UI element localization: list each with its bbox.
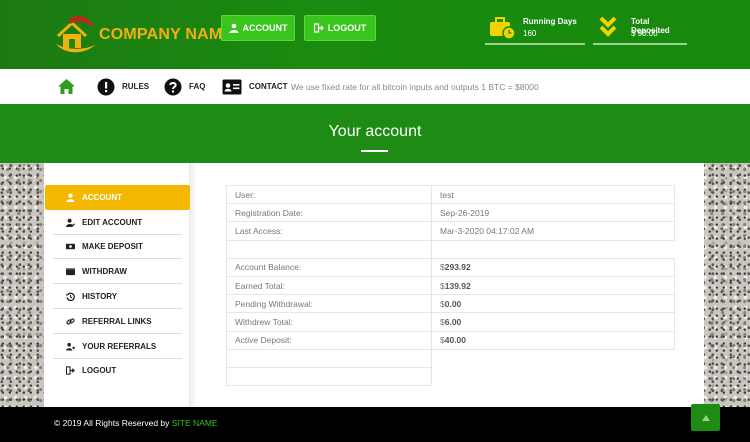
earned-total-value: $139.92 xyxy=(431,275,675,296)
nav-contact-label: CONTACT xyxy=(249,82,288,91)
home-icon xyxy=(58,79,75,94)
sidebar-item-edit-account[interactable]: EDIT ACCOUNT xyxy=(45,210,190,235)
briefcase-clock-icon xyxy=(490,17,516,40)
table-spacer-row xyxy=(226,366,675,387)
user-edit-icon xyxy=(66,218,75,227)
sidebar-item-account[interactable]: ACCOUNT xyxy=(45,185,190,210)
sign-out-icon xyxy=(313,23,324,33)
sidebar-item-label: HISTORY xyxy=(82,292,118,302)
account-button-label: ACCOUNT xyxy=(242,23,288,33)
page-title: Your account xyxy=(328,123,422,140)
sidebar-item-label: LOGOUT xyxy=(82,366,117,376)
id-card-icon xyxy=(222,79,242,94)
question-circle-icon xyxy=(164,78,182,95)
user-label: User: xyxy=(226,184,432,205)
sidebar-item-label: WITHDRAW xyxy=(82,267,127,277)
sidebar-item-label: MAKE DEPOSIT xyxy=(82,242,143,252)
user-icon xyxy=(66,193,75,202)
btc-rate-text: We use fixed rate for all bitcoin inputs… xyxy=(291,81,539,92)
last-access-label: Last Access: xyxy=(226,221,432,241)
running-days-label: Running Days xyxy=(523,17,577,26)
table-row: Earned Total: $139.92 xyxy=(226,275,675,296)
sidebar-shadow xyxy=(189,163,197,407)
copyright-text: © 2019 All Rights Reserved by SITE NAME xyxy=(54,418,218,428)
sidebar-item-referral-links[interactable]: REFERRAL LINKS xyxy=(45,309,190,334)
title-underline xyxy=(361,150,388,152)
table-row: Active Deposit: $40.00 xyxy=(226,330,675,350)
table-row: Last Access: Mar-3-2020 04:17:02 AM xyxy=(226,221,675,241)
site-name-link[interactable]: SITE NAME xyxy=(172,418,218,428)
table-spacer-row xyxy=(226,348,675,368)
nav-faq-label: FAQ xyxy=(189,82,206,91)
account-sidebar-menu: ACCOUNT EDIT ACCOUNT MAKE DEPOSIT WITHDR… xyxy=(45,185,190,383)
logout-button-label: LOGOUT xyxy=(327,23,367,33)
account-info-table: User: test Registration Date: Sep-26-201… xyxy=(226,184,675,387)
sidebar-item-logout[interactable]: LOGOUT xyxy=(45,359,190,384)
earned-total-label: Earned Total: xyxy=(226,275,432,296)
company-logo-icon xyxy=(56,16,96,53)
total-deposited-value: $ 90.00 xyxy=(631,29,658,38)
logout-button[interactable]: LOGOUT xyxy=(304,15,376,41)
nav-home[interactable] xyxy=(57,69,76,104)
table-spacer-row xyxy=(226,239,675,259)
running-days-value: 160 xyxy=(523,29,537,38)
sidebar-item-label: ACCOUNT xyxy=(82,192,122,202)
table-row: Account Balance: $293.92 xyxy=(226,257,675,277)
sidebar-item-label: EDIT ACCOUNT xyxy=(82,217,143,227)
registration-date-label: Registration Date: xyxy=(226,203,432,223)
nav-rules[interactable]: RULES xyxy=(97,69,149,104)
chevron-up-icon xyxy=(701,414,710,421)
account-balance-value: $293.92 xyxy=(431,257,675,277)
withdrew-total-value: $6.00 xyxy=(431,312,675,332)
sidebar-item-make-deposit[interactable]: MAKE DEPOSIT xyxy=(45,235,190,260)
history-icon xyxy=(66,292,75,302)
sidebar-item-history[interactable]: HISTORY xyxy=(45,284,190,309)
active-deposit-value: $40.00 xyxy=(431,330,675,350)
wallet-icon xyxy=(66,268,75,276)
users-icon xyxy=(66,342,75,351)
running-days-stat: Running Days 160 xyxy=(485,12,585,45)
link-icon xyxy=(66,318,75,325)
active-deposit-label: Active Deposit: xyxy=(226,330,432,350)
sidebar-item-label: REFERRAL LINKS xyxy=(82,316,152,326)
company-name: COMPANY NAME xyxy=(99,26,234,43)
account-button[interactable]: ACCOUNT xyxy=(221,15,295,41)
last-access-value: Mar-3-2020 04:17:02 AM xyxy=(431,221,675,241)
total-deposited-stat: Total Deposited $ 90.00 xyxy=(593,12,687,45)
money-bill-icon xyxy=(66,244,75,250)
nav-rules-label: RULES xyxy=(122,82,150,91)
sidebar-item-label: YOUR REFERRALS xyxy=(82,341,157,351)
registration-date-value: Sep-26-2019 xyxy=(431,203,675,223)
nav-contact[interactable]: CONTACT xyxy=(222,69,288,104)
pending-withdrawal-value: $0.00 xyxy=(431,294,675,314)
table-row: Pending Withdrawal: $0.00 xyxy=(226,294,675,314)
pending-withdrawal-label: Pending Withdrawal: xyxy=(226,294,432,314)
sidebar-item-withdraw[interactable]: WITHDRAW xyxy=(45,259,190,284)
table-row: Withdrew Total: $6.00 xyxy=(226,312,675,332)
user-icon xyxy=(229,23,238,33)
back-to-top-button[interactable] xyxy=(691,404,720,431)
double-chevron-down-icon xyxy=(599,16,617,37)
user-value: test xyxy=(431,184,675,205)
sidebar-item-your-referrals[interactable]: YOUR REFERRALS xyxy=(45,334,190,359)
account-balance-label: Account Balance: xyxy=(226,257,432,277)
exclamation-circle-icon xyxy=(97,78,115,95)
table-row: User: test xyxy=(226,184,675,205)
withdrew-total-label: Withdrew Total: xyxy=(226,312,432,332)
nav-faq[interactable]: FAQ xyxy=(164,69,205,104)
table-row: Registration Date: Sep-26-2019 xyxy=(226,203,675,223)
sign-out-icon xyxy=(66,366,75,376)
